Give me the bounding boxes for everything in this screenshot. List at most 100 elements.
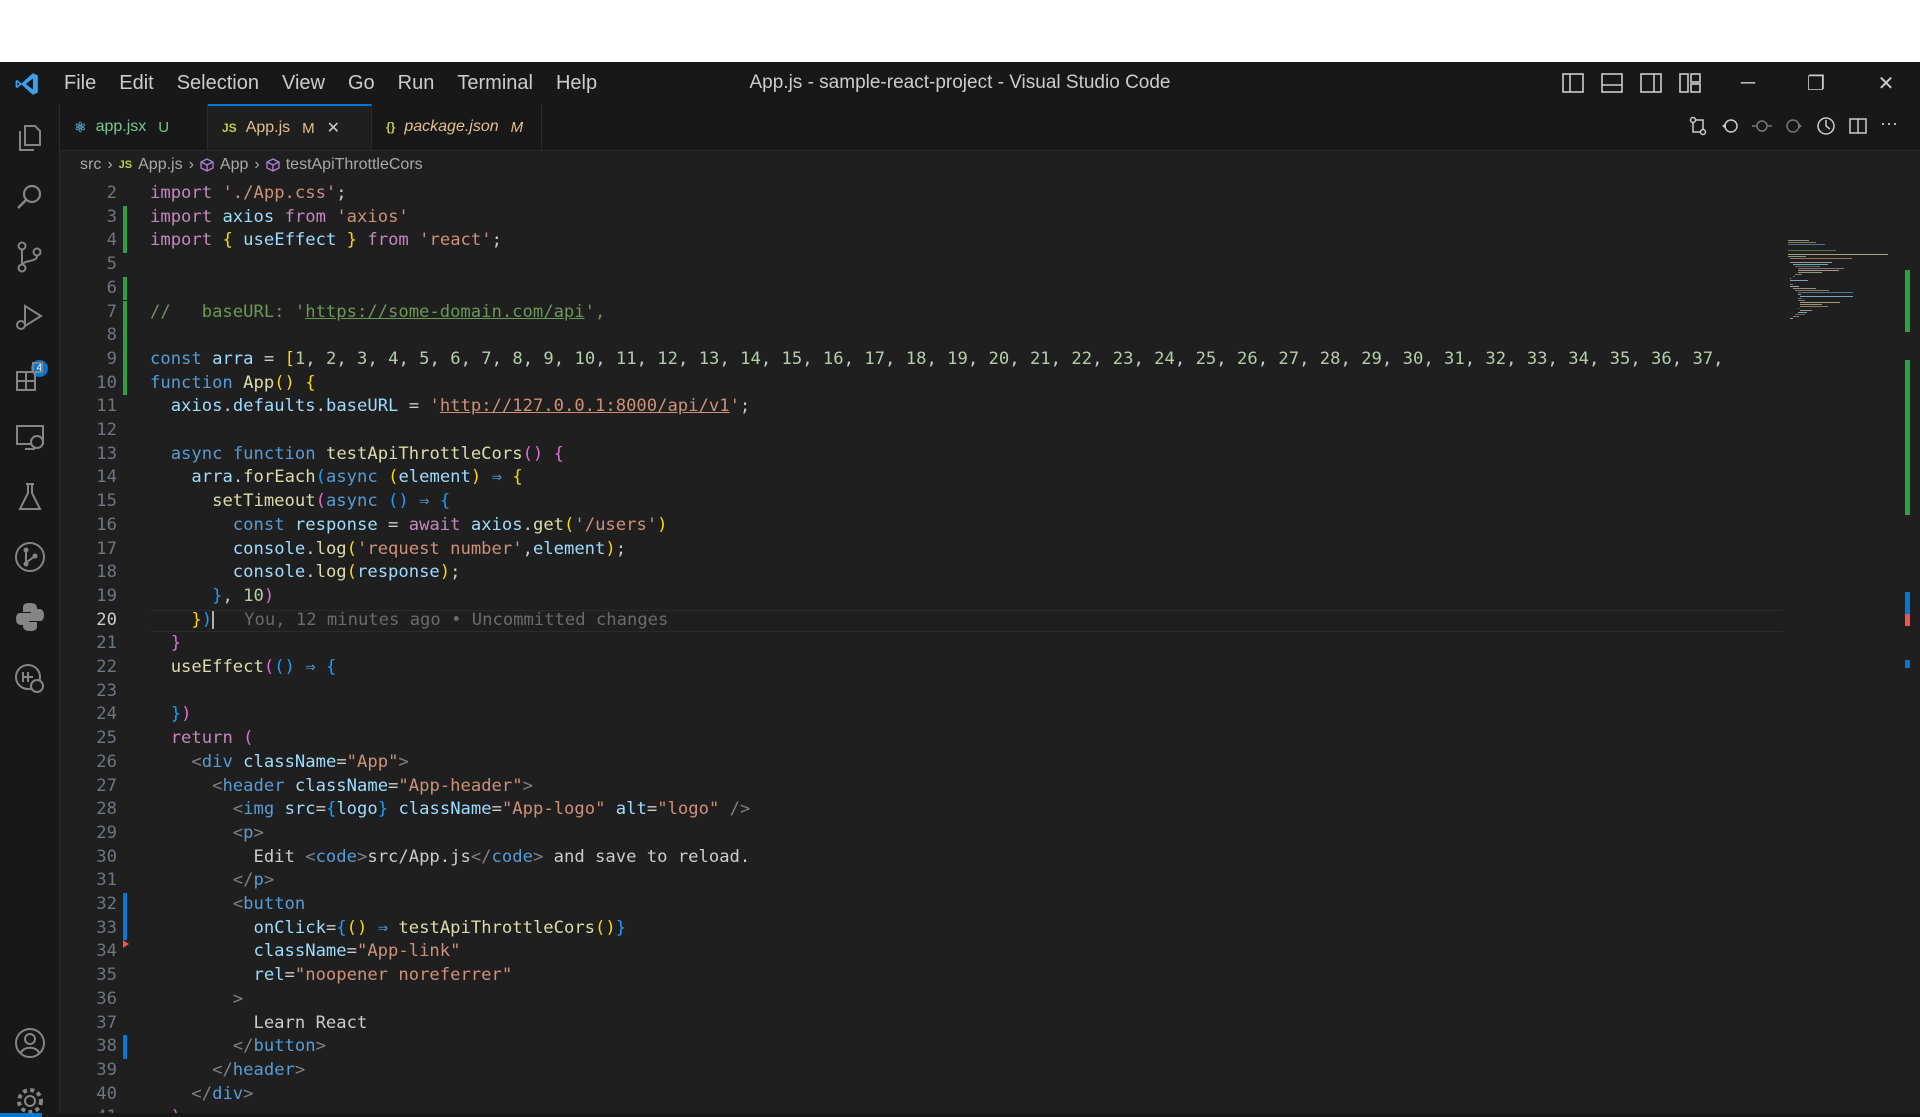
menu-view[interactable]: View [282, 72, 325, 95]
more-actions-icon[interactable]: ··· [1880, 114, 1900, 136]
split-editor-icon[interactable] [1848, 116, 1868, 136]
vscode-logo-icon [15, 73, 38, 95]
code-text: console.log('request number',element); [232, 538, 627, 559]
tab-app-jsx[interactable]: ⚛ app.jsx U [60, 104, 208, 150]
gutter-change-marker[interactable] [123, 1035, 127, 1059]
code-text: } [170, 633, 182, 654]
minimize-button[interactable]: ─ [1720, 62, 1776, 104]
menu-edit[interactable]: Edit [119, 72, 153, 95]
code-line: 4 import { useEffect } from 'react'; [60, 229, 1782, 254]
scrollbar-added-marker [1905, 302, 1910, 332]
status-bar-edge [0, 1113, 1920, 1117]
minimap-line [1800, 310, 1813, 311]
extensions-icon[interactable] [13, 360, 47, 394]
previous-change-icon[interactable] [1752, 116, 1772, 136]
line-number: 26 [96, 751, 117, 772]
gutter-change-marker[interactable] [123, 229, 127, 254]
toggle-secondary-sidebar-icon[interactable] [1640, 73, 1662, 93]
code-line: 13 async function testApiThrottleCors() … [60, 443, 1782, 467]
code-text: <header className="App-header"> [212, 775, 533, 796]
gutter-change-marker[interactable] [123, 893, 127, 917]
breadcrumb-file[interactable]: App.js [138, 156, 182, 174]
minimap-line [1792, 288, 1816, 289]
timeline-icon[interactable] [1816, 116, 1836, 136]
line-number: 14 [96, 467, 117, 488]
code-text: import './App.css'; [150, 183, 347, 203]
toggle-panel-icon[interactable] [1601, 73, 1623, 93]
code-line: 8 [60, 324, 1782, 348]
title-bar: File Edit Selection View Go Run Terminal… [0, 62, 1920, 104]
menu-terminal[interactable]: Terminal [457, 72, 533, 95]
testing-icon[interactable] [13, 480, 47, 514]
line-number: 17 [96, 538, 117, 559]
python-icon[interactable] [13, 600, 47, 634]
tab-package-json[interactable]: {} package.json M [372, 104, 542, 150]
restore-button[interactable]: ❐ [1788, 62, 1844, 104]
menu-go[interactable]: Go [348, 72, 375, 95]
tab-label: package.json [404, 118, 499, 135]
close-window-button[interactable]: ✕ [1858, 62, 1914, 104]
gutter-change-marker[interactable] [123, 916, 127, 941]
gutter-change-marker[interactable] [123, 300, 127, 325]
accounts-icon[interactable] [13, 1026, 47, 1060]
next-change-icon[interactable] [1784, 116, 1804, 136]
code-text: rel="noopener noreferrer" [253, 965, 513, 986]
code-text: import { useEffect } from 'react'; [150, 230, 502, 251]
minimap-line [1795, 290, 1830, 291]
minimap-line [1788, 256, 1806, 257]
minimap-line [1797, 308, 1799, 309]
code-text: <p> [232, 822, 264, 843]
code-line: 6 [60, 276, 1782, 301]
code-editor[interactable]: 2 import './App.css'; 3 import axios from '… [60, 178, 1782, 1117]
gutter-change-marker[interactable] [123, 371, 127, 396]
code-line: 37 Learn React [60, 1012, 1782, 1036]
open-changes-icon[interactable] [1688, 116, 1708, 136]
gutter-deleted-marker[interactable] [123, 940, 129, 949]
menu-help[interactable]: Help [556, 72, 597, 95]
minimap-line [1790, 284, 1793, 285]
remote-indicator[interactable] [0, 1113, 42, 1117]
search-icon[interactable] [13, 180, 47, 214]
minimap-line [1792, 276, 1795, 277]
customize-layout-icon[interactable] [1679, 73, 1701, 93]
code-line: 2 import './App.css'; [60, 182, 1782, 206]
json-file-icon: {} [386, 120, 396, 134]
line-number: 29 [96, 822, 117, 843]
git-graph-icon[interactable] [13, 540, 47, 574]
minimap[interactable] [1782, 178, 1902, 1117]
code-text: className="App-link" [253, 941, 461, 962]
menu-file[interactable]: File [64, 72, 96, 95]
code-text: > [232, 988, 244, 1009]
line-number: 24 [96, 704, 117, 725]
line-number: 35 [96, 965, 117, 986]
gutter-change-marker[interactable] [123, 324, 127, 348]
breadcrumb-symbol-function[interactable]: testApiThrottleCors [286, 156, 423, 174]
gutter-change-marker[interactable] [123, 276, 127, 301]
gutter-change-marker[interactable] [123, 205, 127, 230]
code-text: <button [232, 894, 306, 914]
scrollbar-added-marker [1905, 270, 1910, 302]
code-text: // baseURL: 'https://some-domain.com/api… [150, 301, 606, 322]
gutter-change-marker[interactable] [123, 347, 127, 372]
source-control-icon[interactable] [13, 240, 47, 274]
breadcrumb-folder[interactable]: src [80, 156, 101, 174]
run-debug-icon[interactable] [13, 300, 47, 334]
tab-app-js[interactable]: JS App.js M ✕ [208, 104, 372, 150]
minimap-line [1800, 302, 1840, 303]
code-text: }, 10) [212, 585, 275, 606]
docker-icon[interactable] [13, 660, 47, 694]
menu-selection[interactable]: Selection [177, 72, 259, 95]
revert-icon[interactable] [1720, 116, 1740, 136]
minimap-line [1797, 300, 1806, 301]
line-number: 11 [96, 396, 117, 417]
close-tab-icon[interactable]: ✕ [327, 118, 340, 138]
minimap-line [1790, 278, 1792, 279]
code-text: Edit <code>src/App.js</code> and save to… [150, 846, 751, 867]
explorer-icon[interactable] [13, 120, 47, 154]
breadcrumb-symbol-app[interactable]: App [220, 156, 248, 174]
minimap-line [1790, 318, 1793, 319]
menu-run[interactable]: Run [398, 72, 435, 95]
remote-explorer-icon[interactable] [13, 420, 47, 454]
code-text: onClick={() ⇒ testApiThrottleCors()} [253, 917, 627, 938]
toggle-primary-sidebar-icon[interactable] [1562, 73, 1584, 93]
